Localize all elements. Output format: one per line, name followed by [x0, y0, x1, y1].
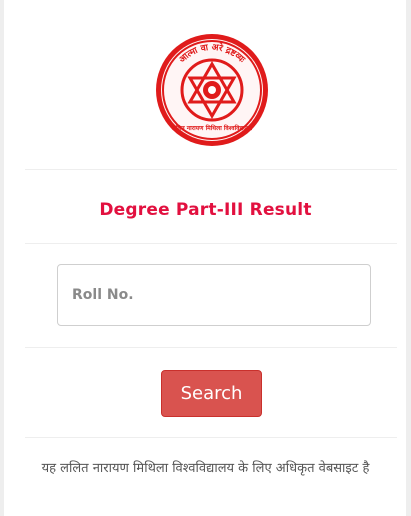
divider: [25, 347, 397, 348]
divider: [25, 437, 397, 438]
divider: [25, 243, 397, 244]
search-button[interactable]: Search: [161, 370, 262, 417]
university-logo: आत्मा वा अरे द्रष्टव्यः ललित नारायण मिथि…: [156, 34, 268, 146]
divider: [25, 169, 397, 170]
right-border: [406, 0, 411, 516]
left-border: [0, 0, 4, 516]
roll-number-input[interactable]: [57, 264, 371, 326]
logo-university-name: ललित नारायण मिथिला विश्वविद्यालय: [171, 124, 253, 132]
page-title: Degree Part-III Result: [99, 200, 312, 220]
footer-note: यह ललित नारायण मिथिला विश्वविद्यालय के ल…: [41, 461, 370, 476]
